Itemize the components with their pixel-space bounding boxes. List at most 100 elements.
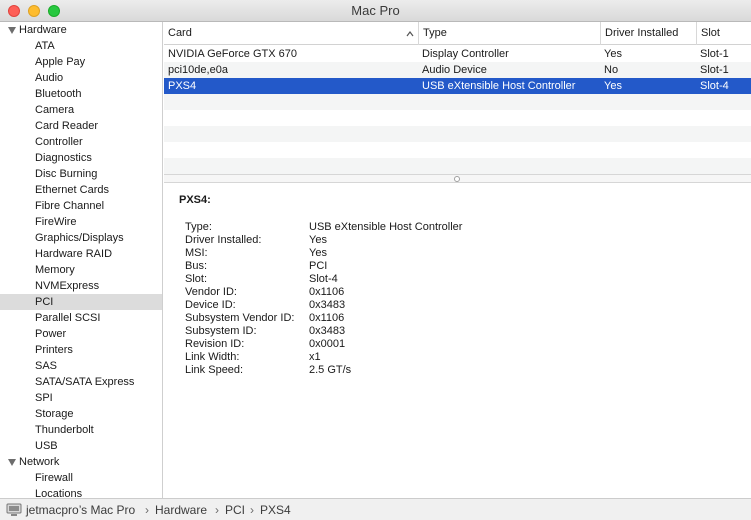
sidebar-item-sas[interactable]: SAS bbox=[0, 358, 162, 374]
table-row-empty bbox=[164, 126, 751, 142]
path-segment-pci[interactable]: PCI bbox=[225, 499, 245, 520]
column-header-driver-installed[interactable]: Driver Installed bbox=[600, 22, 696, 45]
detail-field-value: 0x1106 bbox=[309, 286, 345, 298]
sidebar-item-diagnostics[interactable]: Diagnostics bbox=[0, 150, 162, 166]
sidebar-item-label: Storage bbox=[35, 408, 74, 420]
sidebar-item-label: Apple Pay bbox=[35, 56, 86, 68]
sidebar-item-locations[interactable]: Locations bbox=[0, 486, 162, 498]
table-cell-driver-installed: Yes bbox=[604, 48, 622, 60]
sidebar-item-ethernet-cards[interactable]: Ethernet Cards bbox=[0, 182, 162, 198]
sidebar-item-pci[interactable]: PCI bbox=[0, 294, 162, 310]
sidebar-item-fibre-channel[interactable]: Fibre Channel bbox=[0, 198, 162, 214]
column-header-type[interactable]: Type bbox=[418, 22, 600, 45]
column-header-card[interactable]: Card bbox=[164, 22, 418, 45]
window-title: Mac Pro bbox=[351, 3, 400, 18]
path-segment-pxs4[interactable]: PXS4 bbox=[260, 499, 291, 520]
table-cell-type: Display Controller bbox=[422, 48, 509, 60]
detail-field-value: 2.5 GT/s bbox=[309, 364, 352, 376]
path-segment-computer[interactable]: jetmacpro’s Mac Pro bbox=[26, 499, 135, 520]
detail-field-value: 0x0001 bbox=[309, 338, 346, 350]
detail-field-value: 0x1106 bbox=[309, 312, 345, 324]
sidebar[interactable]: Hardware ATA Apple Pay Audio Bluetooth C… bbox=[0, 22, 163, 498]
sidebar-item-firewall[interactable]: Firewall bbox=[0, 470, 162, 486]
detail-field-value: Slot-4 bbox=[309, 273, 338, 285]
sidebar-item-label: Locations bbox=[35, 488, 83, 498]
sidebar-item-label: Hardware RAID bbox=[35, 248, 113, 260]
sidebar-item-usb[interactable]: USB bbox=[0, 438, 162, 454]
table-cell-slot: Slot-1 bbox=[700, 64, 729, 76]
sidebar-item-firewire[interactable]: FireWire bbox=[0, 214, 162, 230]
detail-field-label: MSI: bbox=[185, 247, 208, 259]
divider-handle-icon[interactable] bbox=[454, 176, 460, 182]
table-cell-card: NVIDIA GeForce GTX 670 bbox=[168, 48, 297, 60]
sidebar-item-ata[interactable]: ATA bbox=[0, 38, 162, 54]
sidebar-item-label: Memory bbox=[35, 264, 75, 276]
sidebar-item-hardware-raid[interactable]: Hardware RAID bbox=[0, 246, 162, 262]
sidebar-item-camera[interactable]: Camera bbox=[0, 102, 162, 118]
sidebar-item-graphics-displays[interactable]: Graphics/Displays bbox=[0, 230, 162, 246]
sidebar-item-bluetooth[interactable]: Bluetooth bbox=[0, 86, 162, 102]
sidebar-item-parallel-scsi[interactable]: Parallel SCSI bbox=[0, 310, 162, 326]
path-segment-hardware[interactable]: Hardware bbox=[155, 499, 207, 520]
disclosure-triangle-icon[interactable] bbox=[8, 459, 16, 466]
sidebar-item-storage[interactable]: Storage bbox=[0, 406, 162, 422]
detail-field-label: Bus: bbox=[185, 260, 208, 272]
sidebar-group-network[interactable]: Network bbox=[0, 454, 162, 470]
detail-title: PXS4: bbox=[179, 194, 211, 206]
sidebar-item-label: Ethernet Cards bbox=[35, 184, 109, 196]
table-row-empty bbox=[164, 142, 751, 158]
disclosure-triangle-icon[interactable] bbox=[8, 27, 16, 34]
sidebar-item-label: PCI bbox=[35, 296, 54, 308]
detail-field-label: Type: bbox=[185, 221, 212, 233]
sidebar-item-label: USB bbox=[35, 440, 58, 452]
detail-field-label: Subsystem ID: bbox=[185, 325, 257, 337]
table-row-empty bbox=[164, 110, 751, 126]
sidebar-item-label: Graphics/Displays bbox=[35, 232, 124, 244]
sidebar-item-apple-pay[interactable]: Apple Pay bbox=[0, 54, 162, 70]
sidebar-item-label: Firewall bbox=[35, 472, 73, 484]
chevron-right-icon: › bbox=[250, 503, 254, 517]
sidebar-item-label: Controller bbox=[35, 136, 83, 148]
system-information-window: Mac Pro Hardware ATA Apple Pay Audio Blu… bbox=[0, 0, 751, 520]
sidebar-group-hardware[interactable]: Hardware bbox=[0, 22, 162, 38]
sidebar-group-label: Hardware bbox=[19, 24, 67, 36]
sidebar-item-sata-sata-express[interactable]: SATA/SATA Express bbox=[0, 374, 162, 390]
sidebar-item-audio[interactable]: Audio bbox=[0, 70, 162, 86]
sidebar-item-power[interactable]: Power bbox=[0, 326, 162, 342]
sidebar-item-label: Card Reader bbox=[35, 120, 98, 132]
table-row[interactable]: pci10de,e0a Audio Device No Slot-1 bbox=[164, 62, 751, 78]
split-view-divider[interactable] bbox=[164, 174, 751, 183]
sidebar-item-nvmexpress[interactable]: NVMExpress bbox=[0, 278, 162, 294]
chevron-right-icon: › bbox=[215, 503, 219, 517]
detail-field-value: Yes bbox=[309, 247, 327, 259]
title-bar: Mac Pro bbox=[0, 0, 751, 22]
detail-field-label: Link Speed: bbox=[185, 364, 244, 376]
sidebar-item-thunderbolt[interactable]: Thunderbolt bbox=[0, 422, 162, 438]
sidebar-item-label: Diagnostics bbox=[35, 152, 92, 164]
sidebar-item-label: ATA bbox=[35, 40, 55, 52]
detail-field-value: 0x3483 bbox=[309, 325, 346, 337]
sidebar-item-printers[interactable]: Printers bbox=[0, 342, 162, 358]
column-header-slot[interactable]: Slot bbox=[696, 22, 751, 45]
sidebar-item-disc-burning[interactable]: Disc Burning bbox=[0, 166, 162, 182]
sidebar-item-label: Power bbox=[35, 328, 67, 340]
detail-field-value: 0x3483 bbox=[309, 299, 346, 311]
sidebar-item-card-reader[interactable]: Card Reader bbox=[0, 118, 162, 134]
column-header-label: Type bbox=[423, 27, 447, 39]
detail-field-label: Vendor ID: bbox=[185, 286, 237, 298]
sidebar-item-memory[interactable]: Memory bbox=[0, 262, 162, 278]
sidebar-item-controller[interactable]: Controller bbox=[0, 134, 162, 150]
table-row[interactable]: NVIDIA GeForce GTX 670 Display Controlle… bbox=[164, 46, 751, 62]
chevron-right-icon: › bbox=[145, 503, 149, 517]
sidebar-item-label: Parallel SCSI bbox=[35, 312, 101, 324]
sidebar-group-label: Network bbox=[19, 456, 60, 468]
sidebar-item-label: Printers bbox=[35, 344, 73, 356]
sidebar-item-label: Disc Burning bbox=[35, 168, 98, 180]
computer-icon bbox=[6, 503, 22, 516]
sidebar-item-spi[interactable]: SPI bbox=[0, 390, 162, 406]
pci-cards-table[interactable]: Card Type Driver Installed Slot NVIDIA G… bbox=[164, 22, 751, 174]
table-row-empty bbox=[164, 158, 751, 174]
sidebar-item-label: SATA/SATA Express bbox=[35, 376, 135, 388]
sidebar-item-label: Camera bbox=[35, 104, 75, 116]
table-row-selected[interactable]: PXS4 USB eXtensible Host Controller Yes … bbox=[164, 78, 751, 94]
